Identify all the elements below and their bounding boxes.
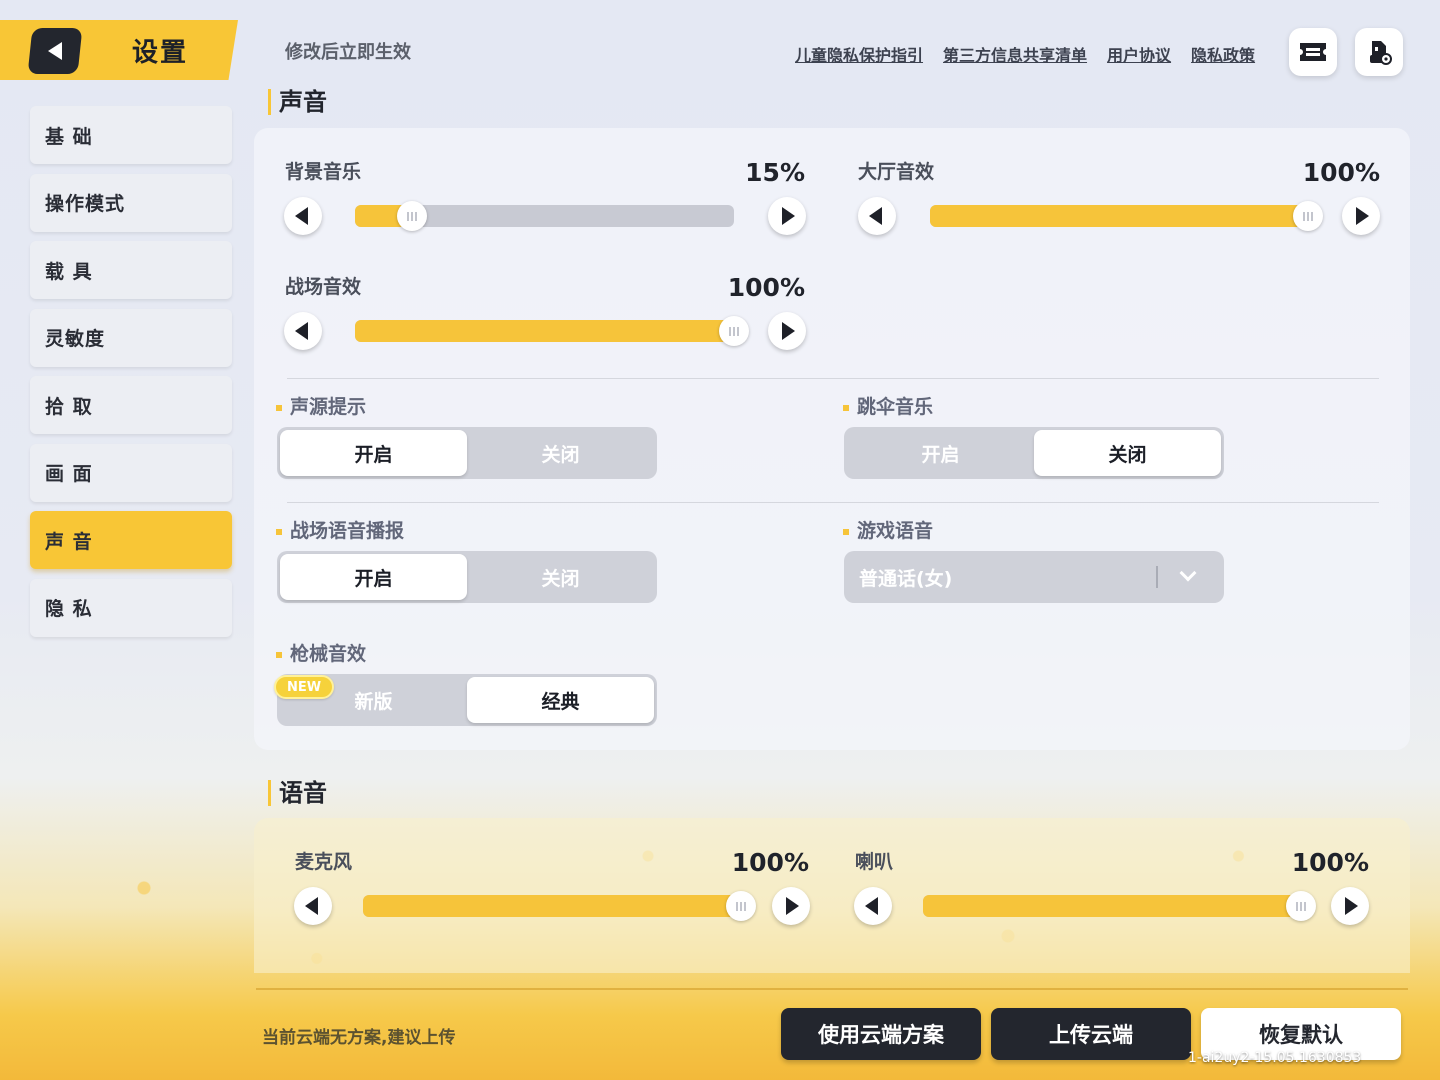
sidebar-item-basic[interactable]: 基 础	[30, 106, 232, 164]
game-voice-label: 游戏语音	[843, 516, 933, 543]
link-user-agreement[interactable]: 用户协议	[1107, 42, 1171, 66]
battle-sound-slider[interactable]	[355, 316, 749, 346]
sidebar-item-privacy[interactable]: 隐 私	[30, 578, 232, 637]
lobby-sound-value: 100%	[1302, 158, 1380, 187]
footer-divider	[256, 988, 1408, 990]
arrow-left-icon	[865, 897, 878, 915]
page-title: 设置	[132, 38, 189, 68]
divider	[287, 378, 1379, 379]
speaker-decrease-button[interactable]	[854, 887, 892, 925]
cloud-status-note: 当前云端无方案,建议上传	[262, 1028, 456, 1048]
dropdown-separator	[1156, 566, 1158, 588]
new-badge: NEW	[274, 675, 334, 699]
lobby-sound-label: 大厅音效	[858, 161, 935, 183]
battle-sound-label: 战场音效	[285, 276, 362, 298]
bgm-value: 15%	[745, 158, 805, 187]
mic-increase-button[interactable]	[772, 887, 810, 925]
back-button[interactable]	[27, 28, 83, 74]
game-voice-value: 普通话(女)	[859, 567, 953, 590]
bgm-label: 背景音乐	[285, 161, 362, 183]
lobby-sound-decrease-button[interactable]	[858, 197, 896, 235]
back-arrow-icon	[48, 42, 62, 60]
sidebar-item-sound[interactable]: 声 音	[30, 511, 232, 569]
parachute-music-label: 跳伞音乐	[843, 392, 933, 419]
battle-sound-value: 100%	[727, 273, 805, 302]
section-title-voice: 语音	[268, 780, 327, 806]
ticket-button[interactable]	[1289, 28, 1337, 76]
speaker-slider[interactable]	[923, 891, 1316, 921]
arrow-right-icon	[1345, 897, 1358, 915]
ticket-icon	[1300, 43, 1326, 61]
source-hint-off-option[interactable]: 关闭	[467, 430, 654, 476]
arrow-left-icon	[295, 207, 308, 225]
game-voice-dropdown[interactable]: 普通话(女)	[844, 551, 1224, 603]
parachute-music-off-option[interactable]: 关闭	[1034, 430, 1221, 476]
section-title-sound: 声音	[268, 89, 327, 115]
lobby-sound-slider-handle[interactable]	[1293, 201, 1323, 231]
link-privacy-policy[interactable]: 隐私政策	[1191, 42, 1255, 66]
lobby-sound-slider-fill	[930, 205, 1308, 227]
arrow-right-icon	[786, 897, 799, 915]
speaker-label: 喇叭	[855, 851, 894, 873]
arrow-right-icon	[1356, 207, 1369, 225]
arrow-right-icon	[782, 322, 795, 340]
link-third-party[interactable]: 第三方信息共享清单	[943, 42, 1087, 66]
battle-voice-label: 战场语音播报	[276, 516, 404, 543]
mic-slider-fill	[363, 895, 741, 917]
source-hint-on-option[interactable]: 开启	[280, 430, 467, 476]
link-child-privacy[interactable]: 儿童隐私保护指引	[795, 42, 923, 66]
speaker-slider-fill	[923, 895, 1301, 917]
mic-slider-handle[interactable]	[726, 891, 756, 921]
bgm-slider-handle[interactable]	[396, 201, 427, 231]
mic-value: 100%	[731, 848, 809, 877]
support-button[interactable]	[1355, 28, 1403, 76]
mic-decrease-button[interactable]	[294, 887, 332, 925]
arrow-right-icon	[782, 207, 795, 225]
battle-sound-slider-fill	[355, 320, 734, 342]
bgm-decrease-button[interactable]	[284, 197, 322, 235]
speaker-slider-handle[interactable]	[1286, 891, 1316, 921]
bgm-slider[interactable]	[355, 201, 734, 231]
upload-cloud-button[interactable]: 上传云端	[991, 1008, 1191, 1060]
gun-sound-classic-option[interactable]: 经典	[467, 677, 654, 723]
arrow-left-icon	[869, 207, 882, 225]
subtitle: 修改后立即生效	[285, 42, 411, 63]
parachute-music-toggle: 开启 关闭	[844, 427, 1224, 479]
source-hint-toggle: 开启 关闭	[277, 427, 657, 479]
lobby-sound-slider[interactable]	[930, 201, 1323, 231]
battle-sound-increase-button[interactable]	[768, 312, 806, 350]
speaker-value: 100%	[1291, 848, 1369, 877]
sidebar-item-graphics[interactable]: 画 面	[30, 443, 232, 502]
sidebar-item-pickup[interactable]: 拾 取	[30, 376, 232, 434]
battle-sound-slider-handle[interactable]	[719, 316, 749, 346]
bgm-increase-button[interactable]	[768, 197, 806, 235]
gun-sound-toggle: 新版 经典	[277, 674, 657, 726]
sidebar-item-vehicle[interactable]: 载 具	[30, 241, 232, 299]
chevron-down-icon	[1179, 564, 1197, 582]
sidebar-item-sensitivity[interactable]: 灵敏度	[30, 308, 232, 367]
parachute-music-on-option[interactable]: 开启	[847, 430, 1034, 476]
battle-voice-on-option[interactable]: 开启	[280, 554, 467, 600]
speaker-increase-button[interactable]	[1331, 887, 1369, 925]
battle-voice-off-option[interactable]: 关闭	[467, 554, 654, 600]
lobby-sound-increase-button[interactable]	[1342, 197, 1380, 235]
top-links: 儿童隐私保护指引 第三方信息共享清单 用户协议 隐私政策	[795, 42, 1255, 66]
use-cloud-button[interactable]: 使用云端方案	[781, 1008, 981, 1060]
sidebar: 基 础 操作模式 载 具 灵敏度 拾 取 画 面 声 音 隐 私	[30, 106, 232, 646]
gun-sound-label: 枪械音效	[276, 639, 366, 666]
sidebar-item-control-mode[interactable]: 操作模式	[30, 173, 232, 232]
divider	[287, 502, 1379, 503]
arrow-left-icon	[305, 897, 318, 915]
battle-voice-toggle: 开启 关闭	[277, 551, 657, 603]
robot-gear-icon	[1370, 41, 1392, 65]
arrow-left-icon	[295, 322, 308, 340]
mic-label: 麦克风	[295, 851, 353, 873]
mic-slider[interactable]	[363, 891, 756, 921]
battle-sound-decrease-button[interactable]	[284, 312, 322, 350]
source-hint-label: 声源提示	[276, 392, 366, 419]
version-label: 1-ai2uy2-15.05.1630853	[1188, 1050, 1362, 1066]
